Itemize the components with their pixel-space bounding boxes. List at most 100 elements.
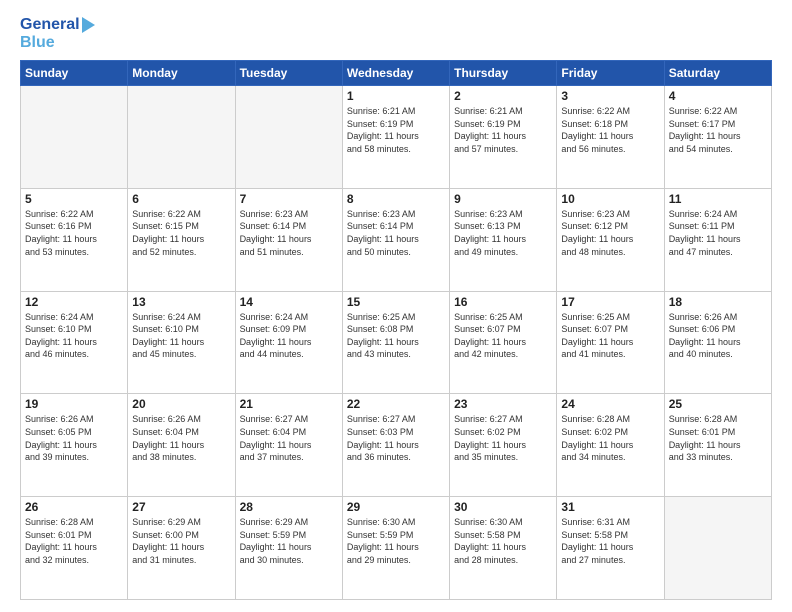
page: General Blue SundayMondayTuesdayWednesda… <box>0 0 792 612</box>
calendar-week-row: 26Sunrise: 6:28 AM Sunset: 6:01 PM Dayli… <box>21 497 772 600</box>
day-info: Sunrise: 6:22 AM Sunset: 6:15 PM Dayligh… <box>132 208 230 258</box>
header: General Blue <box>20 16 772 52</box>
calendar-day-20: 20 Sunrise: 6:26 AM Sunset: 6:04 PM Dayli… <box>128 394 235 497</box>
day-number: 6 <box>132 192 230 206</box>
day-number: 5 <box>25 192 123 206</box>
day-number: 2 <box>454 89 552 103</box>
day-number: 21 <box>240 397 338 411</box>
day-info: Sunrise: 6:24 AM Sunset: 6:09 PM Dayligh… <box>240 311 338 361</box>
day-number: 13 <box>132 295 230 309</box>
day-number: 11 <box>669 192 767 206</box>
day-number: 28 <box>240 500 338 514</box>
day-number: 12 <box>25 295 123 309</box>
calendar-day-13: 13 Sunrise: 6:24 AM Sunset: 6:10 PM Dayli… <box>128 291 235 394</box>
day-info: Sunrise: 6:25 AM Sunset: 6:08 PM Dayligh… <box>347 311 445 361</box>
calendar-week-row: 19Sunrise: 6:26 AM Sunset: 6:05 PM Dayli… <box>21 394 772 497</box>
calendar-day-31: 31 Sunrise: 6:31 AM Sunset: 5:58 PM Dayli… <box>557 497 664 600</box>
day-info: Sunrise: 6:26 AM Sunset: 6:06 PM Dayligh… <box>669 311 767 361</box>
calendar-day-23: 23 Sunrise: 6:27 AM Sunset: 6:02 PM Dayli… <box>450 394 557 497</box>
day-info: Sunrise: 6:22 AM Sunset: 6:18 PM Dayligh… <box>561 105 659 155</box>
day-number: 16 <box>454 295 552 309</box>
day-info: Sunrise: 6:22 AM Sunset: 6:16 PM Dayligh… <box>25 208 123 258</box>
calendar-day-26: 26Sunrise: 6:28 AM Sunset: 6:01 PM Dayli… <box>21 497 128 600</box>
day-number: 24 <box>561 397 659 411</box>
weekday-header-wednesday: Wednesday <box>342 61 449 86</box>
day-number: 26 <box>25 500 123 514</box>
day-number: 14 <box>240 295 338 309</box>
calendar-empty-cell <box>235 86 342 189</box>
day-number: 30 <box>454 500 552 514</box>
calendar-day-21: 21Sunrise: 6:27 AM Sunset: 6:04 PM Dayli… <box>235 394 342 497</box>
calendar-day-18: 18 Sunrise: 6:26 AM Sunset: 6:06 PM Dayli… <box>664 291 771 394</box>
calendar-day-28: 28Sunrise: 6:29 AM Sunset: 5:59 PM Dayli… <box>235 497 342 600</box>
day-number: 29 <box>347 500 445 514</box>
calendar-day-4: 4 Sunrise: 6:22 AM Sunset: 6:17 PM Daylig… <box>664 86 771 189</box>
day-number: 8 <box>347 192 445 206</box>
day-number: 25 <box>669 397 767 411</box>
day-info: Sunrise: 6:27 AM Sunset: 6:02 PM Dayligh… <box>454 413 552 463</box>
day-info: Sunrise: 6:22 AM Sunset: 6:17 PM Dayligh… <box>669 105 767 155</box>
logo: General Blue <box>20 16 95 52</box>
calendar-day-27: 27 Sunrise: 6:29 AM Sunset: 6:00 PM Dayli… <box>128 497 235 600</box>
calendar-day-15: 15 Sunrise: 6:25 AM Sunset: 6:08 PM Dayli… <box>342 291 449 394</box>
day-number: 19 <box>25 397 123 411</box>
calendar-day-29: 29 Sunrise: 6:30 AM Sunset: 5:59 PM Dayli… <box>342 497 449 600</box>
logo-blue-text: Blue <box>20 34 95 52</box>
day-number: 4 <box>669 89 767 103</box>
day-number: 23 <box>454 397 552 411</box>
calendar-day-12: 12 Sunrise: 6:24 AM Sunset: 6:10 PM Dayli… <box>21 291 128 394</box>
weekday-header-monday: Monday <box>128 61 235 86</box>
calendar-empty-cell <box>128 86 235 189</box>
day-info: Sunrise: 6:30 AM Sunset: 5:59 PM Dayligh… <box>347 516 445 566</box>
day-info: Sunrise: 6:23 AM Sunset: 6:14 PM Dayligh… <box>240 208 338 258</box>
calendar-day-19: 19Sunrise: 6:26 AM Sunset: 6:05 PM Dayli… <box>21 394 128 497</box>
calendar-day-5: 5 Sunrise: 6:22 AM Sunset: 6:16 PM Daylig… <box>21 188 128 291</box>
day-number: 10 <box>561 192 659 206</box>
calendar-week-row: 1 Sunrise: 6:21 AM Sunset: 6:19 PM Daylig… <box>21 86 772 189</box>
calendar-week-row: 5 Sunrise: 6:22 AM Sunset: 6:16 PM Daylig… <box>21 188 772 291</box>
day-info: Sunrise: 6:25 AM Sunset: 6:07 PM Dayligh… <box>561 311 659 361</box>
weekday-header-row: SundayMondayTuesdayWednesdayThursdayFrid… <box>21 61 772 86</box>
day-number: 3 <box>561 89 659 103</box>
day-info: Sunrise: 6:28 AM Sunset: 6:01 PM Dayligh… <box>669 413 767 463</box>
calendar-day-25: 25 Sunrise: 6:28 AM Sunset: 6:01 PM Dayli… <box>664 394 771 497</box>
weekday-header-saturday: Saturday <box>664 61 771 86</box>
day-number: 20 <box>132 397 230 411</box>
day-info: Sunrise: 6:24 AM Sunset: 6:10 PM Dayligh… <box>25 311 123 361</box>
day-number: 27 <box>132 500 230 514</box>
day-info: Sunrise: 6:23 AM Sunset: 6:12 PM Dayligh… <box>561 208 659 258</box>
calendar-empty-cell <box>664 497 771 600</box>
calendar-day-11: 11 Sunrise: 6:24 AM Sunset: 6:11 PM Dayli… <box>664 188 771 291</box>
day-number: 22 <box>347 397 445 411</box>
day-info: Sunrise: 6:31 AM Sunset: 5:58 PM Dayligh… <box>561 516 659 566</box>
day-number: 31 <box>561 500 659 514</box>
calendar-day-24: 24 Sunrise: 6:28 AM Sunset: 6:02 PM Dayli… <box>557 394 664 497</box>
calendar-day-1: 1Sunrise: 6:21 AM Sunset: 6:19 PM Daylig… <box>342 86 449 189</box>
day-number: 7 <box>240 192 338 206</box>
day-info: Sunrise: 6:30 AM Sunset: 5:58 PM Dayligh… <box>454 516 552 566</box>
day-number: 17 <box>561 295 659 309</box>
calendar-day-30: 30 Sunrise: 6:30 AM Sunset: 5:58 PM Dayli… <box>450 497 557 600</box>
day-info: Sunrise: 6:26 AM Sunset: 6:04 PM Dayligh… <box>132 413 230 463</box>
calendar-day-2: 2 Sunrise: 6:21 AM Sunset: 6:19 PM Daylig… <box>450 86 557 189</box>
calendar-day-22: 22Sunrise: 6:27 AM Sunset: 6:03 PM Dayli… <box>342 394 449 497</box>
day-info: Sunrise: 6:24 AM Sunset: 6:11 PM Dayligh… <box>669 208 767 258</box>
day-number: 18 <box>669 295 767 309</box>
day-info: Sunrise: 6:21 AM Sunset: 6:19 PM Dayligh… <box>454 105 552 155</box>
day-info: Sunrise: 6:28 AM Sunset: 6:02 PM Dayligh… <box>561 413 659 463</box>
day-info: Sunrise: 6:24 AM Sunset: 6:10 PM Dayligh… <box>132 311 230 361</box>
calendar-day-3: 3 Sunrise: 6:22 AM Sunset: 6:18 PM Daylig… <box>557 86 664 189</box>
weekday-header-sunday: Sunday <box>21 61 128 86</box>
day-info: Sunrise: 6:23 AM Sunset: 6:14 PM Dayligh… <box>347 208 445 258</box>
calendar-day-14: 14 Sunrise: 6:24 AM Sunset: 6:09 PM Dayli… <box>235 291 342 394</box>
calendar-day-16: 16 Sunrise: 6:25 AM Sunset: 6:07 PM Dayli… <box>450 291 557 394</box>
day-number: 15 <box>347 295 445 309</box>
day-info: Sunrise: 6:23 AM Sunset: 6:13 PM Dayligh… <box>454 208 552 258</box>
weekday-header-friday: Friday <box>557 61 664 86</box>
day-number: 1 <box>347 89 445 103</box>
calendar-day-6: 6 Sunrise: 6:22 AM Sunset: 6:15 PM Daylig… <box>128 188 235 291</box>
day-info: Sunrise: 6:29 AM Sunset: 6:00 PM Dayligh… <box>132 516 230 566</box>
day-number: 9 <box>454 192 552 206</box>
day-info: Sunrise: 6:25 AM Sunset: 6:07 PM Dayligh… <box>454 311 552 361</box>
logo-arrow-icon <box>82 17 95 33</box>
